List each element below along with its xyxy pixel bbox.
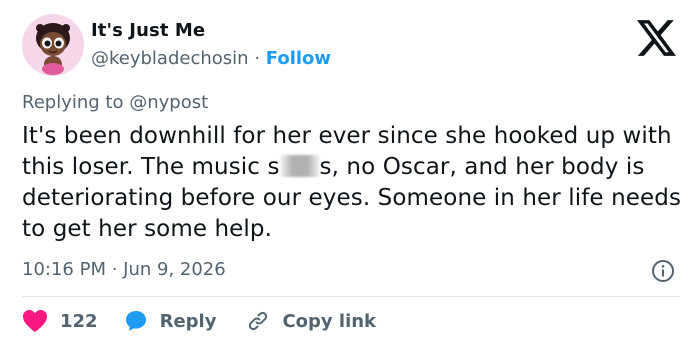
copy-link-button[interactable]: Copy link [246,309,376,333]
censor-blur [279,155,320,177]
avatar[interactable] [22,14,84,76]
heart-icon [23,310,47,332]
copy-link-label: Copy link [282,310,377,332]
like-count: 122 [60,310,98,332]
action-bar: 122 Reply Copy link [22,307,376,335]
author-display-name[interactable]: It's Just Me [91,20,205,41]
follow-button[interactable]: Follow [266,48,331,69]
reply-label: Reply [159,310,217,332]
replying-to-mention[interactable]: @nypost [129,92,208,113]
replying-to-prefix: Replying to [22,92,124,113]
handle-separator: · [254,48,261,69]
like-button[interactable]: 122 [22,309,98,333]
replying-to: Replying to @nypost [22,92,208,113]
reply-bubble-icon [125,311,146,331]
x-logo-icon[interactable] [637,20,676,56]
reply-button[interactable]: Reply [124,309,217,333]
avatar-image [22,14,84,76]
tweet-card: It's Just Me @keybladechosin · Follow Re… [0,0,700,348]
author-handle[interactable]: @keybladechosin [91,48,249,69]
info-icon[interactable] [651,259,675,283]
divider [22,296,680,297]
author-handle-row: @keybladechosin · Follow [91,48,331,69]
tweet-text: It's been downhill for her ever since sh… [22,121,682,245]
tweet-timestamp[interactable]: 10:16 PM · Jun 9, 2026 [22,259,226,280]
link-icon [249,311,268,331]
